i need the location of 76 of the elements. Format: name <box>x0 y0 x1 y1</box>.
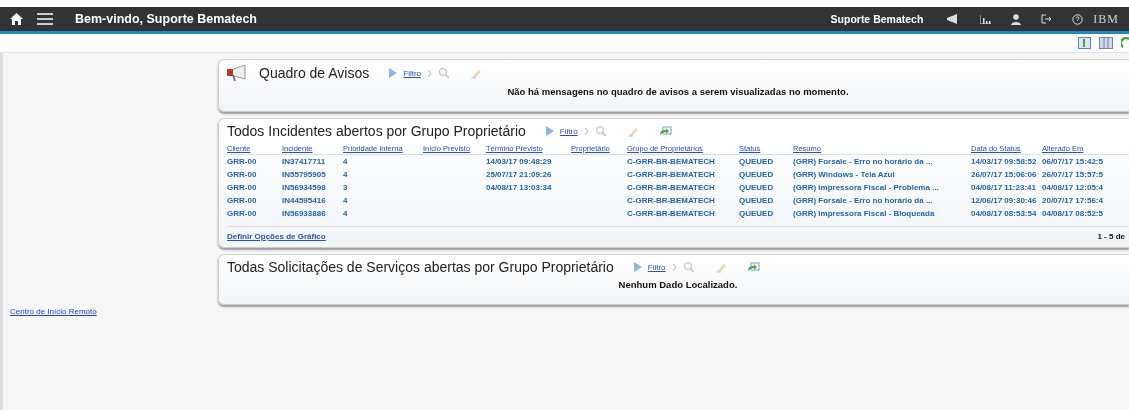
panel-title: Todas Solicitações de Serviços abertas por Grupo Proprietário <box>227 259 614 275</box>
table-cell: QUEUED <box>739 181 793 194</box>
table-cell-text: 04/08/17 12:05:4 <box>1042 182 1104 194</box>
remote-start-link[interactable]: Centro de Início Remoto <box>10 307 218 316</box>
table-cell: GRR-00 <box>227 207 282 220</box>
person-icon[interactable] <box>1011 13 1022 25</box>
panel-title: Todos Incidentes abertos por Grupo Proprietário <box>227 123 526 139</box>
table-cell: (GRR) Forsale - Erro no horário da ... <box>793 194 971 207</box>
filter-link[interactable]: Filtro <box>559 126 578 136</box>
export-icon[interactable] <box>746 261 760 273</box>
table-cell: 04/08/17 11:23:41 <box>971 181 1042 194</box>
table-cell-text: 4 <box>343 169 349 181</box>
search-icon[interactable] <box>594 125 607 137</box>
table-cell: GRR-00 <box>227 168 282 181</box>
table-cell: C-GRR-BR-BEMATECH <box>627 181 739 194</box>
empty-message: Não há mensagens no quadro de avisos a serem visualizadas no momento. <box>506 85 850 99</box>
table-cell: QUEUED <box>739 207 793 220</box>
table-cell: IN44595416 <box>282 194 343 207</box>
table-cell: 06/07/17 15:42:5 <box>1042 154 1129 168</box>
panel-title: Quadro de Avisos <box>259 65 370 81</box>
play-icon <box>633 262 642 272</box>
table-cell: C-GRR-BR-BEMATECH <box>627 207 739 220</box>
home-icon[interactable] <box>10 13 23 25</box>
table-cell: 12/06/17 09:30:46 <box>971 194 1042 207</box>
table-cell-text: 4 <box>343 208 349 220</box>
table-cell: (GRR) Windows - Tela Azul <box>793 168 971 181</box>
table-cell: QUEUED <box>739 194 793 207</box>
chart-options-link[interactable]: Definir Opções de Gráfico <box>227 232 326 241</box>
table-cell: GRR-00 <box>227 194 282 207</box>
table-cell: QUEUED <box>739 154 793 168</box>
table-cell: (GRR) Forsale - Erro no horário da ... <box>793 154 971 168</box>
table-cell: C-GRR-BR-BEMATECH <box>627 154 739 168</box>
table-cell: 26/07/17 15:06:06 <box>971 168 1042 181</box>
table-cell: (GRR) Impressora Fiscal - Problema ... <box>793 181 971 194</box>
table-cell: 14/03/17 09:58:52 <box>971 154 1042 168</box>
welcome-title: Bem-vindo, Suporte Bematech <box>75 12 257 26</box>
play-icon <box>545 126 554 136</box>
user-name: Suporte Bematech <box>830 13 924 25</box>
table-cell: C-GRR-BR-BEMATECH <box>627 168 739 181</box>
search-icon[interactable] <box>682 261 695 273</box>
chevron-icon <box>583 127 589 135</box>
search-icon[interactable] <box>438 67 451 79</box>
columns-icon[interactable] <box>1099 37 1113 49</box>
layout-icon[interactable] <box>1078 37 1091 49</box>
table-cell: 14/03/17 09:48:29 <box>486 154 571 168</box>
table-cell-text: 25/07/17 21:09:26 <box>486 169 553 181</box>
table-cell: GRR-00 <box>227 181 282 194</box>
table-cell: IN55795905 <box>282 168 343 181</box>
filter-link[interactable]: Filtro <box>403 68 422 78</box>
table-cell: IN56933886 <box>282 207 343 220</box>
chevron-icon <box>427 69 433 77</box>
table-cell-text: 3 <box>343 182 349 194</box>
table-cell-text: 04/08/17 13:03:34 <box>486 182 553 194</box>
play-icon <box>389 68 398 78</box>
table-cell: IN37417711 <box>282 154 343 168</box>
pagination-text: 1 - 5 de <box>1097 232 1125 241</box>
export-icon[interactable] <box>658 125 672 137</box>
filter-link[interactable]: Filtro <box>647 262 666 272</box>
table-cell: (GRR) Impressora Fiscal - Bloqueada <box>793 207 971 220</box>
empty-message: Nenhum Dado Localizado. <box>617 278 739 292</box>
help-icon[interactable] <box>1072 13 1084 25</box>
table-cell-text: 26/07/17 15:57:5 <box>1042 169 1104 181</box>
table-cell: 4 <box>343 154 423 168</box>
table-cell: 04/08/17 08:53:54 <box>971 207 1042 220</box>
table-cell-text: 04/08/17 08:52:5 <box>1042 208 1104 220</box>
menu-icon[interactable] <box>37 13 53 25</box>
table-cell: QUEUED <box>739 168 793 181</box>
bar-chart-icon[interactable] <box>980 14 992 24</box>
table-cell-text: 20/07/17 17:56:4 <box>1042 195 1104 207</box>
table-cell: GRR-00 <box>227 154 282 168</box>
chevron-icon <box>671 263 677 271</box>
table-cell-text: 4 <box>343 195 349 207</box>
table-cell: IN56934598 <box>282 181 343 194</box>
table-cell: C-GRR-BR-BEMATECH <box>627 194 739 207</box>
logout-icon[interactable] <box>1041 14 1053 24</box>
brand-logo: IBM <box>1093 11 1119 27</box>
